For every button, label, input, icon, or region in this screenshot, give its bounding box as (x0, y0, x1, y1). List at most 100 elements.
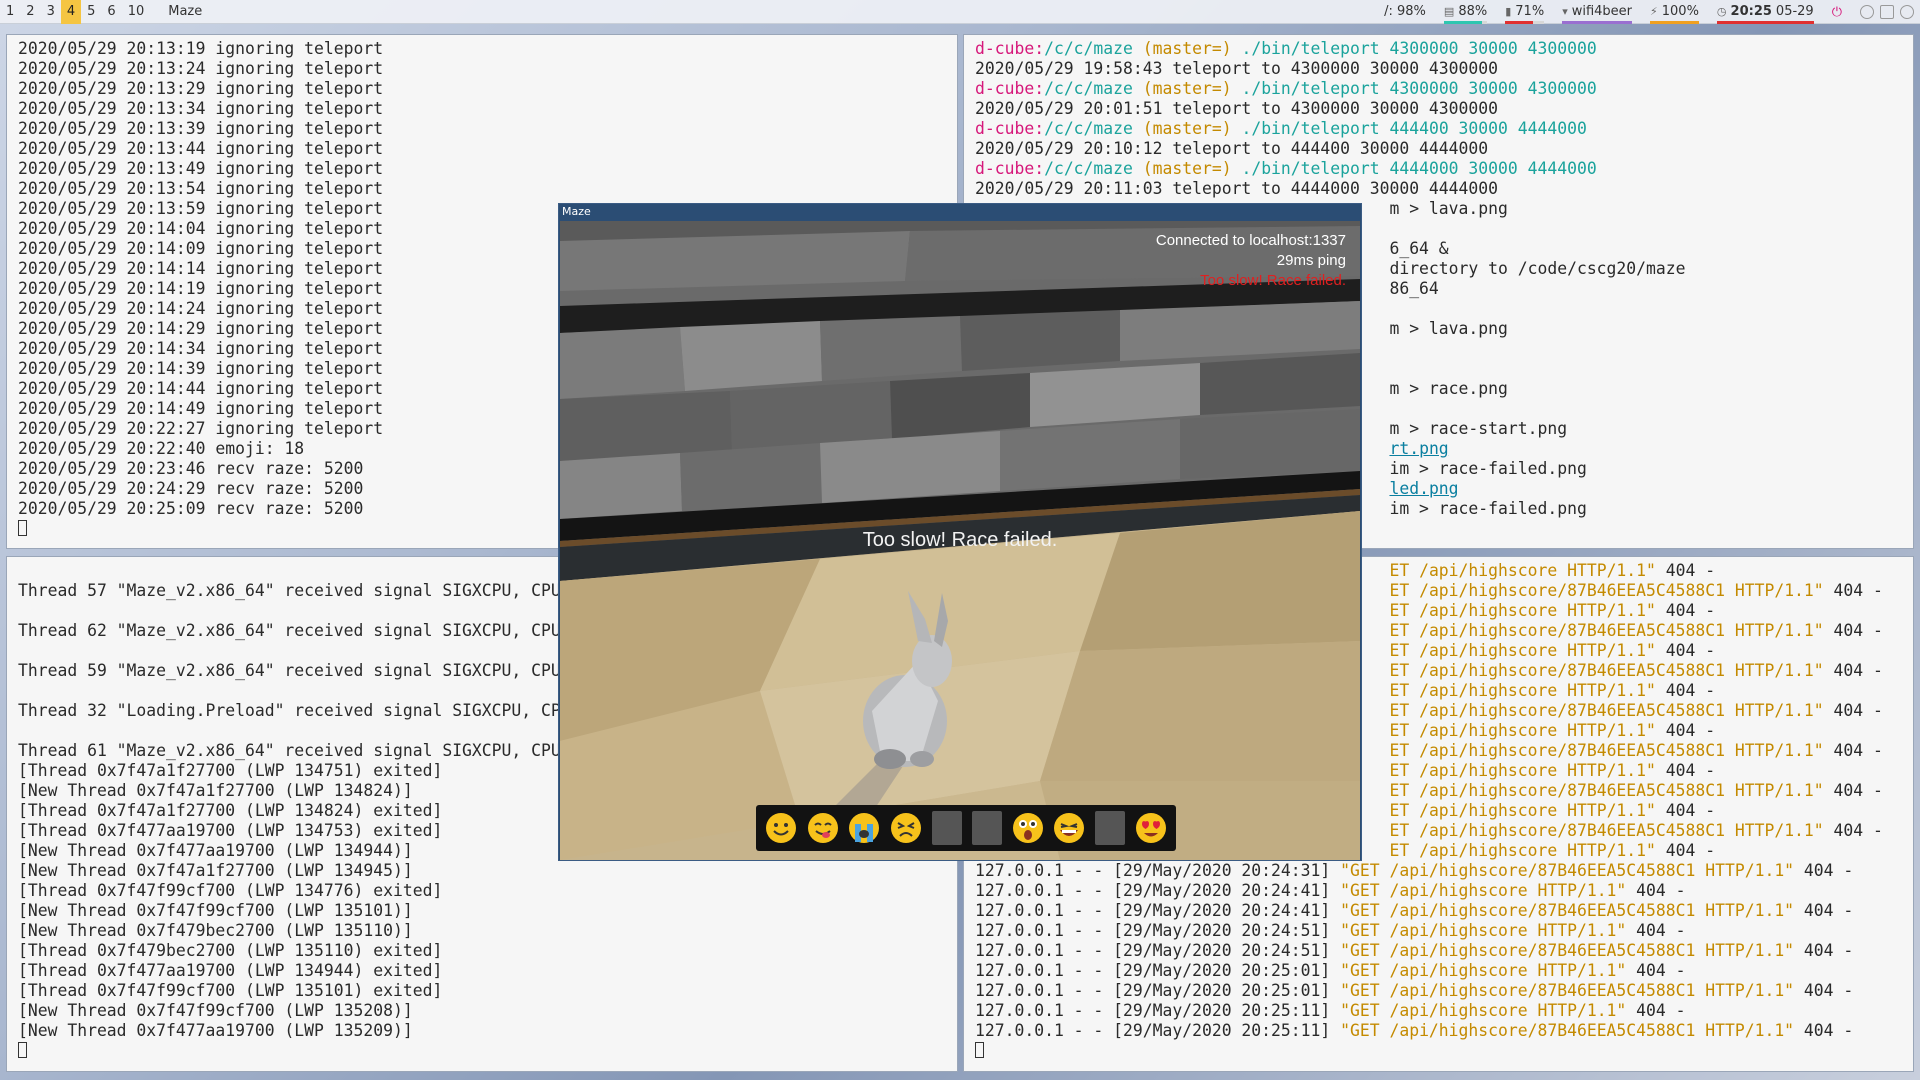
emoji-laughing-icon[interactable] (1053, 812, 1085, 844)
log-line: 2020/05/29 20:13:24 ignoring teleport (18, 59, 384, 78)
status-text: 404 - (1655, 681, 1716, 700)
battery-indicator: ⚡ 100% (1650, 1, 1699, 24)
request-text: ET /api/highscore HTTP/1.1" (1389, 561, 1656, 580)
prompt-path: /c/c/maze (1044, 119, 1133, 138)
log-prefix: 127.0.0.1 - - [29/May/2020 20:25:01] (975, 981, 1341, 1000)
log-line: 2020/05/29 20:13:44 ignoring teleport (18, 139, 384, 158)
status-text: 404 - (1823, 581, 1883, 600)
request-text: ET /api/highscore HTTP/1.1" (1389, 721, 1656, 740)
workspace-button-2[interactable]: 2 (20, 0, 40, 24)
maze-game-window[interactable]: Maze Connected to localhost:1337 29ms pi… (558, 203, 1362, 861)
status-text: 404 - (1794, 981, 1854, 1000)
shell-command-line: d-cube:/c/c/maze (master=) ./bin/telepor… (975, 79, 1913, 99)
workspace-button-1[interactable]: 1 (0, 0, 20, 24)
request-text: "GET /api/highscore/87B46EEA5C4588C1 HTT… (1340, 1021, 1795, 1040)
file-link[interactable]: led.png (1389, 479, 1458, 498)
top-status-bar: 1 2 3 4 5 6 10 Maze /: 98% ▤ 88% ▮ 71% ▾ wifi4… (0, 0, 1920, 24)
log-line: 2020/05/29 20:13:29 ignoring teleport (18, 79, 384, 98)
battery-icon: ⚡ (1650, 5, 1658, 18)
emoji-smile-icon[interactable] (765, 812, 797, 844)
prompt-branch: (master=) (1142, 159, 1232, 178)
request-text: "GET /api/highscore HTTP/1.1" (1340, 881, 1627, 900)
power-icon[interactable]: ⏻ (1832, 5, 1842, 20)
game-viewport[interactable]: Connected to localhost:1337 29ms ping To… (560, 221, 1360, 860)
status-text: 404 - (1655, 721, 1716, 740)
wifi-icon: ▾ (1562, 5, 1568, 18)
status-indicators: /: 98% ▤ 88% ▮ 71% ▾ wifi4beer ⚡ 100% ◷ … (1384, 0, 1914, 24)
focused-window-title: Maze (168, 3, 203, 19)
prompt-branch: (master=) (1142, 79, 1232, 98)
cpu-icon: ▮ (1505, 5, 1512, 18)
tray-status-icon[interactable] (1900, 5, 1914, 19)
gdb-output-line: [New Thread 0x7f479bec2700 (LWP 135110)] (18, 921, 413, 940)
emoji-crying-icon[interactable] (848, 812, 880, 844)
emoji-yum-icon[interactable] (807, 812, 839, 844)
prompt-path: /c/c/maze (1044, 39, 1133, 58)
http-log-line: 127.0.0.1 - - [29/May/2020 20:24:41] "GE… (975, 881, 1913, 901)
request-text: "GET /api/highscore/87B46EEA5C4588C1 HTT… (1340, 861, 1795, 880)
command-text: ./bin/teleport 4300000 30000 4300000 (1241, 79, 1597, 98)
status-text: 404 - (1823, 661, 1883, 680)
prompt-branch: (master=) (1142, 119, 1232, 138)
status-text: 404 - (1626, 1001, 1686, 1020)
status-text: 404 - (1655, 641, 1716, 660)
terminal-cursor (18, 1042, 27, 1058)
workspace-switcher: 1 2 3 4 5 6 10 (0, 0, 150, 24)
log-prefix: 127.0.0.1 - - [29/May/2020 20:24:41] (975, 881, 1341, 900)
log-line: 2020/05/29 20:13:39 ignoring teleport (18, 119, 384, 138)
status-text: 404 - (1655, 561, 1716, 580)
tray-window-icon[interactable] (1880, 5, 1894, 19)
terminal-cursor (18, 520, 27, 536)
wifi-indicator[interactable]: ▾ wifi4beer (1562, 1, 1633, 24)
emoji-persevere-icon[interactable] (890, 812, 922, 844)
status-text: 404 - (1823, 741, 1883, 760)
emoji-heart-eyes-icon[interactable] (1135, 812, 1167, 844)
status-text: 404 - (1794, 1021, 1854, 1040)
status-text: 404 - (1655, 801, 1716, 820)
status-text: 404 - (1823, 621, 1883, 640)
workspace-button-4[interactable]: 4 (60, 0, 82, 24)
emoji-slot-empty[interactable] (1095, 811, 1126, 845)
log-line: 2020/05/29 20:13:34 ignoring teleport (18, 99, 384, 118)
game-window-titlebar[interactable]: Maze (559, 204, 1361, 220)
log-prefix: 127.0.0.1 - - [29/May/2020 20:25:11] (975, 1021, 1341, 1040)
log-prefix: 127.0.0.1 - - [29/May/2020 20:25:01] (975, 961, 1341, 980)
request-text: ET /api/highscore HTTP/1.1" (1389, 841, 1656, 860)
emoji-slot-empty[interactable] (971, 811, 1002, 845)
status-text: 404 - (1823, 701, 1883, 720)
status-text: 404 - (1823, 781, 1883, 800)
workspace-button-10[interactable]: 10 (122, 0, 151, 24)
tray-app-icon[interactable] (1860, 5, 1874, 19)
emoji-slot-empty[interactable] (932, 811, 963, 845)
shell-output-line: 2020/05/29 20:01:51 teleport to 4300000 … (975, 99, 1913, 119)
request-text: "GET /api/highscore HTTP/1.1" (1340, 1001, 1627, 1020)
file-link[interactable]: rt.png (1389, 439, 1448, 458)
log-line: 2020/05/29 20:13:19 ignoring teleport (18, 39, 384, 58)
http-log-line: 127.0.0.1 - - [29/May/2020 20:25:11] "GE… (975, 1021, 1913, 1041)
http-log-line: 127.0.0.1 - - [29/May/2020 20:24:51] "GE… (975, 941, 1913, 961)
request-text: "GET /api/highscore/87B46EEA5C4588C1 HTT… (1340, 941, 1795, 960)
log-line: 2020/05/29 20:13:54 ignoring teleport (18, 179, 384, 198)
http-log-line: 127.0.0.1 - - [29/May/2020 20:24:31] "GE… (975, 861, 1913, 881)
workspace-button-3[interactable]: 3 (41, 0, 61, 24)
status-text: 404 - (1626, 881, 1686, 900)
emoji-toolbar (756, 805, 1176, 851)
log-prefix: 127.0.0.1 - - [29/May/2020 20:24:31] (975, 861, 1341, 880)
prompt-path: /c/c/maze (1044, 159, 1133, 178)
status-text: 404 - (1823, 821, 1883, 840)
request-text: ET /api/highscore/87B46EEA5C4588C1 HTTP/… (1389, 621, 1824, 640)
cpu-usage-indicator: ▮ 71% (1505, 1, 1545, 24)
emoji-astonished-icon[interactable] (1012, 812, 1044, 844)
wifi-ssid-text: wifi4beer (1571, 4, 1633, 19)
shell-command-line: d-cube:/c/c/maze (master=) ./bin/telepor… (975, 119, 1913, 139)
workspace-button-5[interactable]: 5 (81, 0, 101, 24)
request-text: ET /api/highscore/87B46EEA5C4588C1 HTTP/… (1389, 581, 1824, 600)
workspace-button-6[interactable]: 6 (101, 0, 121, 24)
disk-usage-text: /: 98% (1384, 4, 1426, 19)
request-text: "GET /api/highscore/87B46EEA5C4588C1 HTT… (1340, 981, 1795, 1000)
status-text: 404 - (1626, 961, 1686, 980)
clock-icon: ◷ (1716, 5, 1727, 18)
request-text: "GET /api/highscore HTTP/1.1" (1340, 961, 1627, 980)
log-prefix: 127.0.0.1 - - [29/May/2020 20:25:11] (975, 1001, 1341, 1020)
status-text: 404 - (1655, 601, 1716, 620)
